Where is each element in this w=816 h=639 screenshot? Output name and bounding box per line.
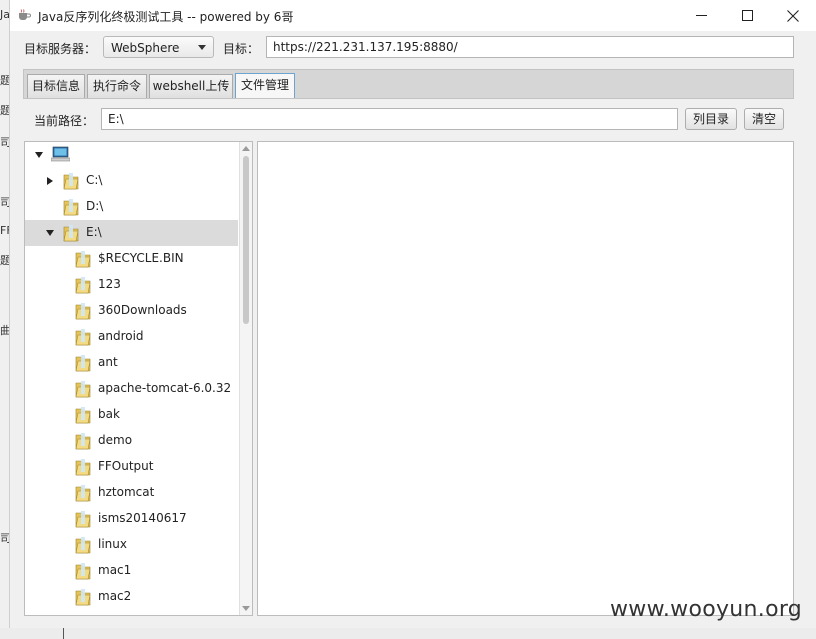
computer-icon bbox=[51, 146, 70, 162]
close-button[interactable] bbox=[770, 0, 816, 31]
tree-scrollbar[interactable] bbox=[239, 142, 252, 615]
tree-item-label: $RECYCLE.BIN bbox=[98, 251, 184, 265]
tree-item-folder[interactable]: FFOutput bbox=[25, 454, 238, 480]
tree-item-label: 360Downloads bbox=[98, 303, 187, 317]
clear-button[interactable]: 清空 bbox=[744, 108, 784, 130]
folder-icon bbox=[75, 536, 91, 554]
folder-icon bbox=[75, 484, 91, 502]
tab-file-manager[interactable]: 文件管理 bbox=[235, 73, 295, 98]
tree-item-label: 123 bbox=[98, 277, 121, 291]
tree-item-label: FFOutput bbox=[98, 459, 154, 473]
tree-item-folder[interactable]: $RECYCLE.BIN bbox=[25, 246, 238, 272]
tree-item-label: mac2 bbox=[98, 589, 132, 603]
app-window: Java反序列化终极测试工具 -- powered by 6哥 目标服务器： W… bbox=[9, 0, 816, 628]
close-icon bbox=[787, 9, 799, 22]
list-directory-button[interactable]: 列目录 bbox=[685, 108, 737, 130]
tree-item-folder[interactable]: mac1 bbox=[25, 558, 238, 584]
tree-item-label: C:\ bbox=[86, 173, 103, 187]
tree-item-label: hztomcat bbox=[98, 485, 155, 499]
tab-execute-command[interactable]: 执行命令 bbox=[87, 74, 147, 98]
folder-icon bbox=[75, 380, 91, 398]
tree-item-folder[interactable]: linux bbox=[25, 532, 238, 558]
java-cup-icon bbox=[19, 9, 31, 20]
folder-icon bbox=[75, 250, 91, 268]
folder-icon bbox=[75, 302, 91, 320]
tree-item-label: mac1 bbox=[98, 563, 132, 577]
tree-item-label: apache-tomcat-6.0.32 bbox=[98, 381, 232, 395]
scrollbar-thumb[interactable] bbox=[243, 156, 249, 324]
tree-item-drive-d[interactable]: D:\ bbox=[25, 194, 238, 220]
folder-icon bbox=[75, 354, 91, 372]
tree-item-label: demo bbox=[98, 433, 133, 447]
tree-item-label: android bbox=[98, 329, 144, 343]
file-tree[interactable]: C:\ D:\ E:\ $RECYCLE.BIN 123 360Download… bbox=[24, 141, 253, 616]
watermark: www.wooyun.org bbox=[610, 597, 803, 622]
tree-item-label: D:\ bbox=[86, 199, 104, 213]
server-label: 目标服务器： bbox=[24, 42, 97, 56]
tree-item-folder[interactable]: ant bbox=[25, 350, 238, 376]
background-bottom-strip bbox=[0, 628, 816, 639]
folder-icon bbox=[75, 276, 91, 294]
tree-item-label: linux bbox=[98, 537, 127, 551]
divider bbox=[63, 628, 64, 639]
tree-item-folder[interactable]: mac2 bbox=[25, 584, 238, 610]
folder-icon bbox=[75, 588, 91, 606]
maximize-button[interactable] bbox=[724, 0, 770, 31]
tree-item-folder[interactable]: demo bbox=[25, 428, 238, 454]
target-url-input[interactable] bbox=[266, 36, 794, 58]
server-select[interactable]: WebSphere bbox=[103, 36, 214, 58]
folder-icon bbox=[63, 198, 79, 216]
tree-item-folder[interactable]: hztomcat bbox=[25, 480, 238, 506]
scroll-down-icon[interactable] bbox=[242, 606, 250, 611]
expand-toggle-icon[interactable] bbox=[35, 152, 43, 158]
folder-icon bbox=[75, 406, 91, 424]
folder-icon bbox=[75, 458, 91, 476]
target-bar: 目标服务器： WebSphere 目标： bbox=[10, 35, 816, 61]
folder-icon bbox=[75, 328, 91, 346]
tree-item-label: isms20140617 bbox=[98, 511, 187, 525]
current-path-input[interactable] bbox=[101, 108, 678, 130]
tree-item-folder[interactable]: android bbox=[25, 324, 238, 350]
tree-item-folder[interactable]: 360Downloads bbox=[25, 298, 238, 324]
minimize-button[interactable] bbox=[678, 0, 724, 31]
background-window-edge: Ja 题 题 司 司 FF 题 曲 司 bbox=[0, 0, 13, 639]
window-title: Java反序列化终极测试工具 -- powered by 6哥 bbox=[38, 10, 294, 24]
server-select-value: WebSphere bbox=[111, 41, 180, 55]
tree-item-drive-c[interactable]: C:\ bbox=[25, 168, 238, 194]
scroll-up-icon[interactable] bbox=[242, 146, 250, 151]
tree-item-folder[interactable]: 123 bbox=[25, 272, 238, 298]
chevron-down-icon bbox=[198, 45, 206, 50]
file-content-pane[interactable] bbox=[257, 141, 794, 616]
tab-webshell-upload[interactable]: webshell上传 bbox=[149, 74, 233, 98]
minimize-icon bbox=[695, 15, 707, 16]
target-label: 目标： bbox=[223, 42, 260, 56]
tree-item-folder[interactable]: bak bbox=[25, 402, 238, 428]
folder-icon bbox=[75, 432, 91, 450]
tree-item-label: ant bbox=[98, 355, 118, 369]
current-path-label: 当前路径： bbox=[34, 114, 95, 128]
title-bar[interactable]: Java反序列化终极测试工具 -- powered by 6哥 bbox=[10, 0, 816, 31]
tree-root[interactable] bbox=[25, 142, 238, 168]
tree-item-folder[interactable]: apache-tomcat-6.0.32 bbox=[25, 376, 238, 402]
folder-icon bbox=[63, 172, 79, 190]
folder-icon bbox=[63, 224, 79, 242]
tab-strip: 目标信息 执行命令 webshell上传 文件管理 bbox=[23, 69, 794, 99]
folder-icon bbox=[75, 562, 91, 580]
maximize-icon bbox=[741, 10, 753, 21]
tab-target-info[interactable]: 目标信息 bbox=[27, 74, 85, 98]
tree-item-drive-e[interactable]: E:\ bbox=[25, 220, 238, 246]
tree-item-label: E:\ bbox=[86, 225, 102, 239]
folder-icon bbox=[75, 510, 91, 528]
tree-item-folder[interactable]: isms20140617 bbox=[25, 506, 238, 532]
expand-toggle-icon[interactable] bbox=[47, 177, 53, 185]
path-bar: 当前路径： 列目录 清空 bbox=[10, 106, 816, 132]
expand-toggle-icon[interactable] bbox=[46, 230, 54, 236]
tree-item-label: bak bbox=[98, 407, 120, 421]
